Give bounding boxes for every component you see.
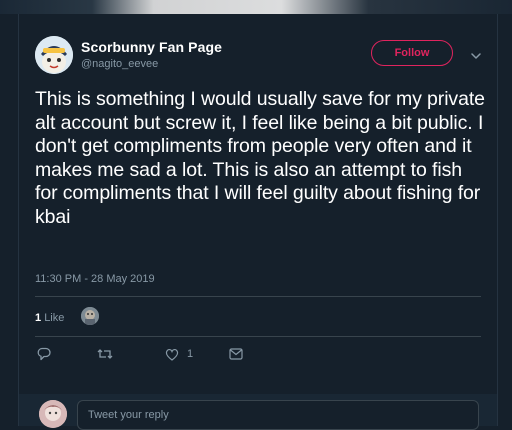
retweet-icon	[97, 347, 113, 361]
reply-icon	[37, 347, 51, 361]
message-icon	[229, 348, 243, 360]
background-image-strip	[0, 0, 512, 14]
likes-count: 1	[35, 312, 42, 324]
divider	[35, 336, 481, 337]
heart-icon	[165, 348, 179, 361]
chevron-down-icon[interactable]	[471, 48, 481, 59]
divider	[35, 296, 481, 297]
reply-button[interactable]	[37, 346, 51, 362]
retweet-button[interactable]	[97, 346, 113, 362]
current-user-avatar	[39, 400, 67, 428]
display-name[interactable]: Scorbunny Fan Page	[81, 39, 222, 55]
tweet-text: This is something I would usually save f…	[35, 88, 485, 228]
tweet-card: Scorbunny Fan Page @nagito_eevee Follow …	[18, 14, 498, 430]
avatar[interactable]	[35, 36, 73, 74]
tweet-timestamp[interactable]: 11:30 PM - 28 May 2019	[35, 273, 155, 285]
message-button[interactable]	[229, 346, 243, 362]
follow-button[interactable]: Follow	[371, 40, 453, 66]
likes-stat[interactable]: 1 Like	[35, 312, 64, 324]
user-handle[interactable]: @nagito_eevee	[81, 58, 158, 70]
liker-avatar[interactable]	[81, 307, 99, 325]
like-button[interactable]: 1	[165, 346, 193, 362]
like-count: 1	[187, 348, 194, 360]
likes-label: Like	[44, 312, 65, 324]
